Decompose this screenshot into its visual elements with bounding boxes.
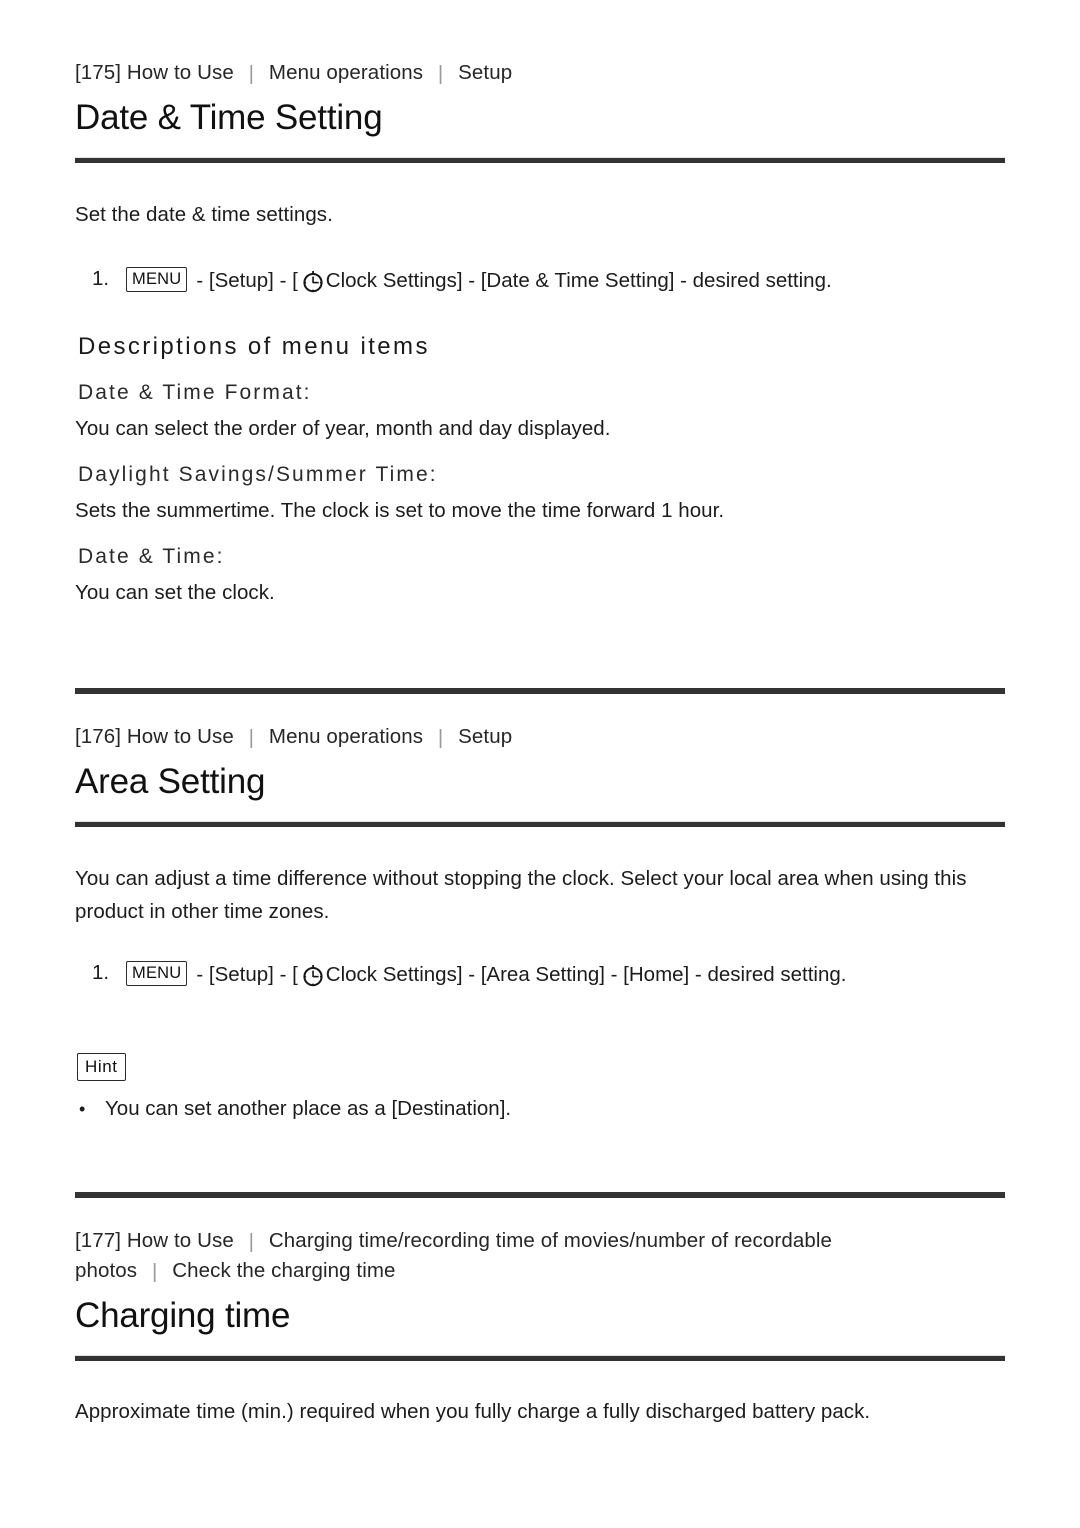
- section-date-time-setting: [175] How to Use | Menu operations | Set…: [75, 58, 1005, 140]
- hint-bullet-text: You can set another place as a [Destinat…: [105, 1097, 512, 1120]
- step-item: 1. MENU - [Setup] - [ Clock Settings] - …: [92, 956, 1002, 992]
- breadcrumb-separator-icon: |: [248, 62, 255, 85]
- menu-item-label-0: Date & Time Format:: [78, 381, 312, 404]
- breadcrumb-separator-icon: |: [248, 726, 255, 749]
- clock-icon: [301, 964, 325, 988]
- step-item: 1. MENU - [Setup] - [ Clock Settings] - …: [92, 262, 1002, 298]
- list-item: • You can set another place as a [Destin…: [79, 1092, 979, 1126]
- menu-item-label-1: Daylight Savings/Summer Time:: [78, 463, 438, 486]
- breadcrumb-index: [177]: [75, 1229, 122, 1252]
- step-number: 1.: [92, 267, 110, 290]
- step-text-after-icon: Clock Settings] - [Area Setting] - [Home…: [325, 962, 847, 986]
- breadcrumb-crumb-0[interactable]: How to Use: [127, 725, 234, 748]
- menu-item-label-2: Date & Time:: [78, 545, 225, 568]
- page-title: Date & Time Setting: [75, 98, 383, 137]
- breadcrumb-crumb-2[interactable]: Check the charging time: [172, 1259, 395, 1282]
- section-charging-time: [177] How to Use | Charging time/recordi…: [75, 1226, 895, 1338]
- page-title: Charging time: [75, 1296, 291, 1335]
- breadcrumb-index: [175]: [75, 61, 122, 84]
- step-body: MENU - [Setup] - [ Clock Settings] - [Da…: [126, 264, 832, 298]
- intro-paragraph: Set the date & time settings.: [75, 203, 333, 226]
- breadcrumb: [175] How to Use | Menu operations | Set…: [75, 58, 955, 88]
- step-text-after-icon: Clock Settings] - [Date & Time Setting] …: [325, 268, 832, 292]
- bullet-icon: •: [79, 1099, 86, 1119]
- breadcrumb-index: [176]: [75, 725, 122, 748]
- intro-paragraph: Approximate time (min.) required when yo…: [75, 1400, 871, 1423]
- breadcrumb-separator-icon: |: [248, 1230, 255, 1253]
- menu-item-text-1: Sets the summertime. The clock is set to…: [75, 499, 725, 522]
- intro-paragraph: You can adjust a time difference without…: [75, 867, 967, 923]
- step-text-before-icon: - [Setup] - [: [196, 962, 298, 986]
- title-divider-rule: [75, 1355, 1005, 1361]
- step-text-before-icon: - [Setup] - [: [196, 268, 298, 292]
- menu-item-text-2: You can set the clock.: [75, 581, 275, 604]
- breadcrumb: [176] How to Use | Menu operations | Set…: [75, 722, 955, 752]
- document-page: [175] How to Use | Menu operations | Set…: [0, 0, 1080, 1528]
- section-separator-rule: [75, 688, 1005, 694]
- breadcrumb-crumb-0[interactable]: How to Use: [127, 61, 234, 84]
- breadcrumb-crumb-2[interactable]: Setup: [458, 725, 512, 748]
- breadcrumb-crumb-1[interactable]: Menu operations: [269, 61, 423, 84]
- menu-button[interactable]: MENU: [126, 961, 188, 986]
- step-list: 1. MENU - [Setup] - [ Clock Settings] - …: [92, 262, 1002, 298]
- breadcrumb-crumb-1[interactable]: Menu operations: [269, 725, 423, 748]
- breadcrumb-separator-icon: |: [151, 1260, 158, 1283]
- title-divider-rule: [75, 157, 1005, 163]
- section-separator-rule: [75, 1192, 1005, 1198]
- step-list: 1. MENU - [Setup] - [ Clock Settings] - …: [92, 956, 1002, 992]
- section-area-setting: [176] How to Use | Menu operations | Set…: [75, 722, 1005, 804]
- menu-item-text-0: You can select the order of year, month …: [75, 417, 611, 440]
- breadcrumb-crumb-2[interactable]: Setup: [458, 61, 512, 84]
- breadcrumb-separator-icon: |: [437, 726, 444, 749]
- clock-icon: [301, 270, 325, 294]
- hint-box: Hint: [77, 1053, 126, 1081]
- title-divider-rule: [75, 821, 1005, 827]
- breadcrumb-separator-icon: |: [437, 62, 444, 85]
- step-body: MENU - [Setup] - [ Clock Settings] - [Ar…: [126, 958, 847, 992]
- step-number: 1.: [92, 961, 110, 984]
- hint-bullet-list: • You can set another place as a [Destin…: [79, 1092, 979, 1126]
- hint-badge: Hint: [77, 1053, 126, 1081]
- page-title: Area Setting: [75, 762, 266, 801]
- breadcrumb: [177] How to Use | Charging time/recordi…: [75, 1226, 895, 1286]
- descriptions-heading: Descriptions of menu items: [78, 333, 430, 360]
- menu-button[interactable]: MENU: [126, 267, 188, 292]
- breadcrumb-crumb-0[interactable]: How to Use: [127, 1229, 234, 1252]
